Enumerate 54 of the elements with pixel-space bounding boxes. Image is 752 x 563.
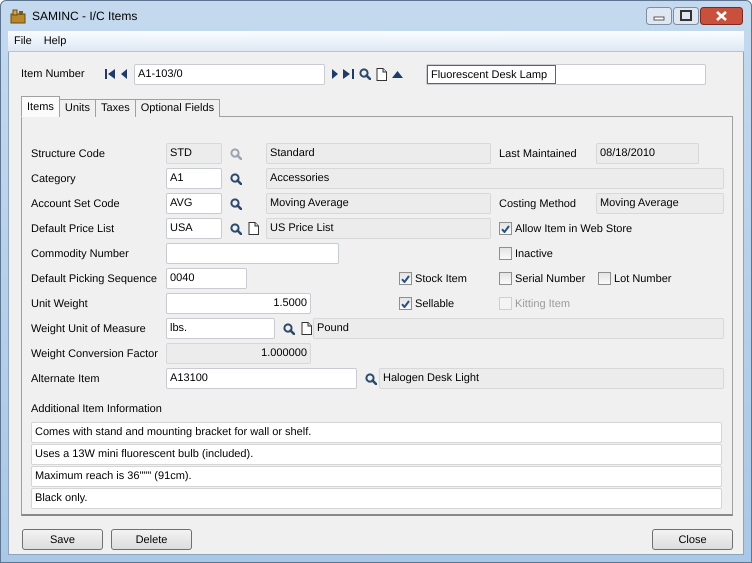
checkbox-label[interactable]: Sellable: [415, 298, 454, 310]
field-label: Costing Method: [499, 198, 578, 210]
input-field[interactable]: 0040: [166, 268, 247, 289]
input-field[interactable]: USA: [166, 218, 222, 239]
text-line-field[interactable]: Black only.: [31, 488, 722, 509]
field-label: Structure Code: [31, 148, 106, 160]
text-line-field[interactable]: Uses a 13W mini fluorescent bulb (included).: [31, 444, 722, 465]
description-field: Pound: [313, 318, 724, 339]
tab[interactable]: Items: [21, 96, 60, 117]
input-field[interactable]: A1: [166, 168, 222, 189]
readonly-field: Moving Average: [596, 193, 724, 214]
menu-item[interactable]: File: [10, 35, 36, 47]
tab[interactable]: Optional Fields: [134, 99, 220, 117]
input-field[interactable]: lbs.: [166, 318, 275, 339]
section-label: Additional Item Information: [31, 403, 163, 415]
checkbox-label: Kitting Item: [515, 298, 570, 310]
field-label: Weight Unit of Measure: [31, 322, 147, 334]
field-label: Alternate Item: [31, 372, 100, 384]
description-field: Halogen Desk Light: [379, 368, 724, 389]
field-label: Item Number: [21, 68, 86, 80]
description-field: US Price List: [266, 218, 491, 239]
description-field: Moving Average: [266, 193, 491, 214]
checkbox-label[interactable]: Inactive: [515, 248, 553, 260]
description-field[interactable]: Fluorescent Desk Lamp: [426, 64, 706, 84]
description-field: Standard: [266, 143, 491, 164]
field-label: Commodity Number: [31, 248, 130, 260]
field-label: Last Maintained: [499, 148, 578, 160]
readonly-field: STD: [166, 143, 222, 164]
button[interactable]: Close: [652, 529, 733, 550]
field-label: Account Set Code: [31, 198, 121, 210]
checkbox-label[interactable]: Stock Item: [415, 272, 467, 284]
tab[interactable]: Taxes: [94, 99, 136, 117]
field-label: Weight Conversion Factor: [31, 348, 159, 360]
tab[interactable]: Units: [58, 99, 96, 117]
window-title: SAMINC - I/C Items: [32, 9, 138, 23]
menu-item[interactable]: Help: [40, 35, 70, 47]
checkbox-label[interactable]: Serial Number: [515, 272, 586, 284]
checkbox-label[interactable]: Allow Item in Web Store: [515, 222, 632, 234]
readonly-field: 08/18/2010: [596, 143, 699, 164]
text-line-field[interactable]: Comes with stand and mounting bracket for wall or shelf.: [31, 422, 722, 443]
input-field[interactable]: A13100: [166, 368, 357, 389]
input-field[interactable]: 1.5000: [166, 293, 311, 314]
readonly-field: 1.000000: [166, 343, 311, 364]
button[interactable]: Delete: [111, 529, 192, 550]
text-line-field[interactable]: Maximum reach is 36""" (91cm).: [31, 466, 722, 487]
field-label: Default Price List: [31, 222, 116, 234]
input-field[interactable]: AVG: [166, 193, 222, 214]
item-number-field[interactable]: A1-103/0: [134, 64, 325, 84]
field-label: Unit Weight: [31, 298, 89, 310]
description-field: Accessories: [266, 168, 724, 189]
checkbox-label[interactable]: Lot Number: [614, 272, 672, 284]
field-label: Default Picking Sequence: [31, 272, 158, 284]
button[interactable]: Save: [22, 529, 103, 550]
field-label: Category: [31, 172, 77, 184]
